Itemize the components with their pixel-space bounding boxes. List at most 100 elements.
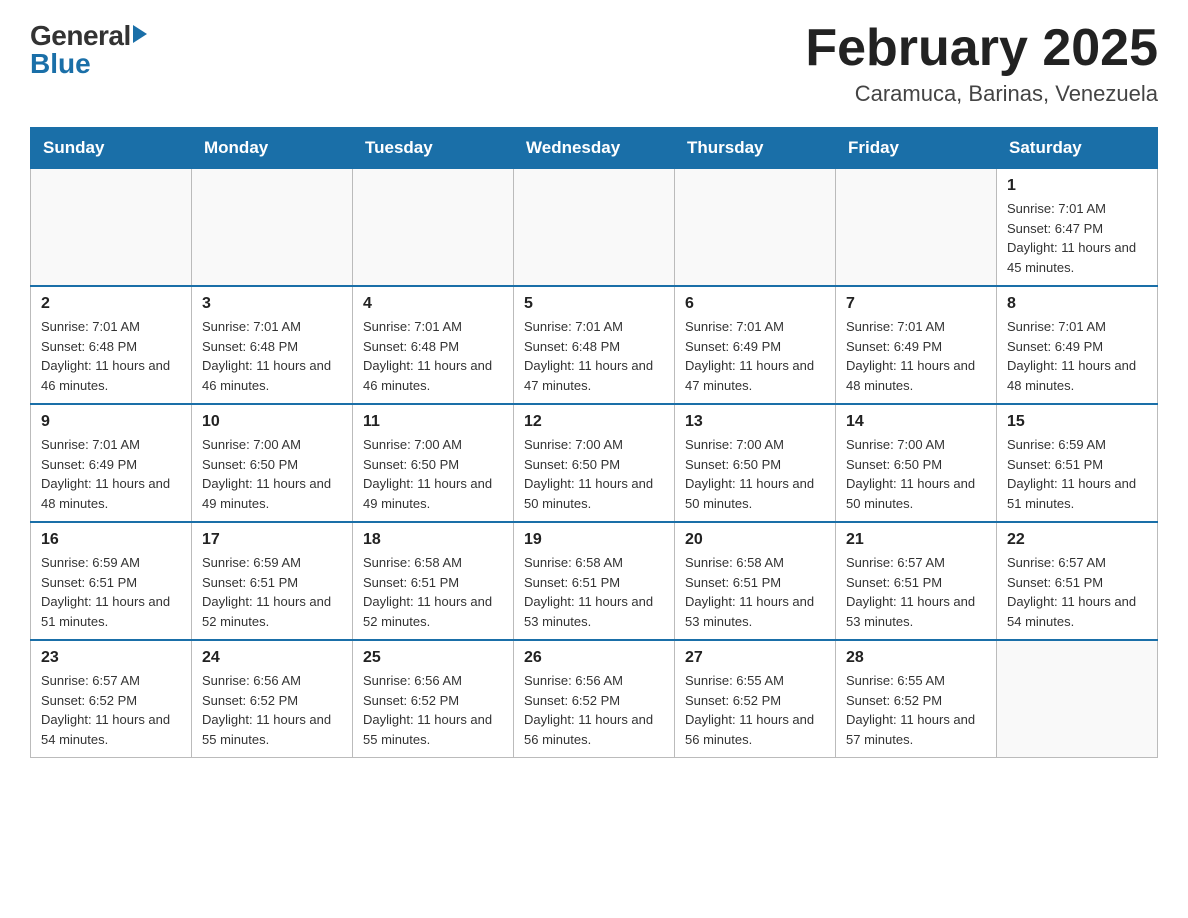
calendar-header-sunday: Sunday <box>31 128 192 169</box>
day-number: 11 <box>363 413 503 431</box>
day-number: 18 <box>363 531 503 549</box>
day-number: 17 <box>202 531 342 549</box>
calendar-cell: 5Sunrise: 7:01 AMSunset: 6:48 PMDaylight… <box>514 286 675 404</box>
day-info: Sunrise: 6:59 AMSunset: 6:51 PMDaylight:… <box>41 553 181 631</box>
day-number: 10 <box>202 413 342 431</box>
calendar-cell: 12Sunrise: 7:00 AMSunset: 6:50 PMDayligh… <box>514 404 675 522</box>
day-info: Sunrise: 6:56 AMSunset: 6:52 PMDaylight:… <box>363 671 503 749</box>
day-info: Sunrise: 7:01 AMSunset: 6:48 PMDaylight:… <box>363 317 503 395</box>
calendar-cell: 19Sunrise: 6:58 AMSunset: 6:51 PMDayligh… <box>514 522 675 640</box>
calendar-cell <box>675 169 836 287</box>
calendar-cell: 14 Sunrise: 7:00 AMSunset: 6:50 PMDayligh… <box>836 404 997 522</box>
day-info: Sunrise: 6:57 AMSunset: 6:51 PMDaylight:… <box>846 553 986 631</box>
day-number: 1 <box>1007 177 1147 195</box>
day-info: Sunrise: 7:01 AMSunset: 6:49 PMDaylight:… <box>685 317 825 395</box>
day-info: Sunrise: 6:58 AMSunset: 6:51 PMDaylight:… <box>685 553 825 631</box>
calendar-cell <box>836 169 997 287</box>
page-header: General Blue February 2025 Caramuca, Bar… <box>30 20 1158 107</box>
calendar-week-row: 16 Sunrise: 6:59 AMSunset: 6:51 PMDayligh… <box>31 522 1158 640</box>
calendar-cell: 24 Sunrise: 6:56 AMSunset: 6:52 PMDayligh… <box>192 640 353 758</box>
calendar-cell: 6 Sunrise: 7:01 AMSunset: 6:49 PMDaylight… <box>675 286 836 404</box>
calendar-cell: 28 Sunrise: 6:55 AMSunset: 6:52 PMDayligh… <box>836 640 997 758</box>
calendar-header-friday: Friday <box>836 128 997 169</box>
day-info: Sunrise: 7:01 AMSunset: 6:49 PMDaylight:… <box>1007 317 1147 395</box>
calendar-cell <box>353 169 514 287</box>
day-number: 9 <box>41 413 181 431</box>
day-number: 2 <box>41 295 181 313</box>
calendar-header-wednesday: Wednesday <box>514 128 675 169</box>
calendar-week-row: 9 Sunrise: 7:01 AMSunset: 6:49 PMDaylight… <box>31 404 1158 522</box>
calendar-cell: 10 Sunrise: 7:00 AMSunset: 6:50 PMDayligh… <box>192 404 353 522</box>
day-info: Sunrise: 6:57 AMSunset: 6:51 PMDaylight:… <box>1007 553 1147 631</box>
day-number: 21 <box>846 531 986 549</box>
calendar-cell: 25 Sunrise: 6:56 AMSunset: 6:52 PMDayligh… <box>353 640 514 758</box>
logo-arrow-icon <box>133 25 147 43</box>
calendar-cell: 18 Sunrise: 6:58 AMSunset: 6:51 PMDayligh… <box>353 522 514 640</box>
day-info: Sunrise: 7:01 AMSunset: 6:47 PMDaylight:… <box>1007 199 1147 277</box>
calendar-week-row: 1 Sunrise: 7:01 AMSunset: 6:47 PMDaylight… <box>31 169 1158 287</box>
logo: General Blue <box>30 20 147 80</box>
calendar-cell: 16 Sunrise: 6:59 AMSunset: 6:51 PMDayligh… <box>31 522 192 640</box>
day-info: Sunrise: 7:01 AMSunset: 6:49 PMDaylight:… <box>846 317 986 395</box>
day-info: Sunrise: 6:59 AMSunset: 6:51 PMDaylight:… <box>1007 435 1147 513</box>
calendar-header-monday: Monday <box>192 128 353 169</box>
calendar-cell: 9 Sunrise: 7:01 AMSunset: 6:49 PMDaylight… <box>31 404 192 522</box>
day-number: 27 <box>685 649 825 667</box>
day-number: 25 <box>363 649 503 667</box>
calendar-cell: 22 Sunrise: 6:57 AMSunset: 6:51 PMDayligh… <box>997 522 1158 640</box>
day-number: 24 <box>202 649 342 667</box>
calendar-cell: 20 Sunrise: 6:58 AMSunset: 6:51 PMDayligh… <box>675 522 836 640</box>
day-number: 20 <box>685 531 825 549</box>
calendar-cell: 17 Sunrise: 6:59 AMSunset: 6:51 PMDayligh… <box>192 522 353 640</box>
day-info: Sunrise: 6:55 AMSunset: 6:52 PMDaylight:… <box>846 671 986 749</box>
logo-blue: Blue <box>30 48 147 80</box>
day-info: Sunrise: 7:00 AMSunset: 6:50 PMDaylight:… <box>202 435 342 513</box>
day-number: 16 <box>41 531 181 549</box>
day-info: Sunrise: 6:59 AMSunset: 6:51 PMDaylight:… <box>202 553 342 631</box>
calendar-cell <box>192 169 353 287</box>
calendar-cell: 15 Sunrise: 6:59 AMSunset: 6:51 PMDayligh… <box>997 404 1158 522</box>
day-number: 7 <box>846 295 986 313</box>
calendar-cell: 27 Sunrise: 6:55 AMSunset: 6:52 PMDayligh… <box>675 640 836 758</box>
calendar-cell <box>997 640 1158 758</box>
day-info: Sunrise: 7:00 AMSunset: 6:50 PMDaylight:… <box>846 435 986 513</box>
day-number: 19 <box>524 531 664 549</box>
day-info: Sunrise: 6:58 AMSunset: 6:51 PMDaylight:… <box>363 553 503 631</box>
day-number: 23 <box>41 649 181 667</box>
month-title: February 2025 <box>805 20 1158 77</box>
day-info: Sunrise: 6:56 AMSunset: 6:52 PMDaylight:… <box>202 671 342 749</box>
day-info: Sunrise: 7:00 AMSunset: 6:50 PMDaylight:… <box>524 435 664 513</box>
calendar-header-tuesday: Tuesday <box>353 128 514 169</box>
day-info: Sunrise: 7:00 AMSunset: 6:50 PMDaylight:… <box>685 435 825 513</box>
day-info: Sunrise: 6:55 AMSunset: 6:52 PMDaylight:… <box>685 671 825 749</box>
calendar-header-saturday: Saturday <box>997 128 1158 169</box>
calendar-header-thursday: Thursday <box>675 128 836 169</box>
day-info: Sunrise: 7:00 AMSunset: 6:50 PMDaylight:… <box>363 435 503 513</box>
day-number: 5 <box>524 295 664 313</box>
calendar-cell: 3 Sunrise: 7:01 AMSunset: 6:48 PMDaylight… <box>192 286 353 404</box>
day-number: 6 <box>685 295 825 313</box>
calendar-cell: 7 Sunrise: 7:01 AMSunset: 6:49 PMDaylight… <box>836 286 997 404</box>
day-info: Sunrise: 7:01 AMSunset: 6:49 PMDaylight:… <box>41 435 181 513</box>
calendar-header-row: SundayMondayTuesdayWednesdayThursdayFrid… <box>31 128 1158 169</box>
calendar-week-row: 2 Sunrise: 7:01 AMSunset: 6:48 PMDaylight… <box>31 286 1158 404</box>
day-number: 26 <box>524 649 664 667</box>
day-number: 13 <box>685 413 825 431</box>
day-number: 14 <box>846 413 986 431</box>
day-info: Sunrise: 6:57 AMSunset: 6:52 PMDaylight:… <box>41 671 181 749</box>
calendar-cell: 13 Sunrise: 7:00 AMSunset: 6:50 PMDayligh… <box>675 404 836 522</box>
day-number: 15 <box>1007 413 1147 431</box>
calendar-week-row: 23 Sunrise: 6:57 AMSunset: 6:52 PMDayligh… <box>31 640 1158 758</box>
day-number: 3 <box>202 295 342 313</box>
day-info: Sunrise: 6:56 AMSunset: 6:52 PMDaylight:… <box>524 671 664 749</box>
day-number: 22 <box>1007 531 1147 549</box>
day-number: 28 <box>846 649 986 667</box>
calendar-table: SundayMondayTuesdayWednesdayThursdayFrid… <box>30 127 1158 758</box>
calendar-cell: 21 Sunrise: 6:57 AMSunset: 6:51 PMDayligh… <box>836 522 997 640</box>
location-title: Caramuca, Barinas, Venezuela <box>805 81 1158 107</box>
day-info: Sunrise: 7:01 AMSunset: 6:48 PMDaylight:… <box>202 317 342 395</box>
day-number: 8 <box>1007 295 1147 313</box>
day-number: 4 <box>363 295 503 313</box>
title-block: February 2025 Caramuca, Barinas, Venezue… <box>805 20 1158 107</box>
calendar-cell <box>31 169 192 287</box>
